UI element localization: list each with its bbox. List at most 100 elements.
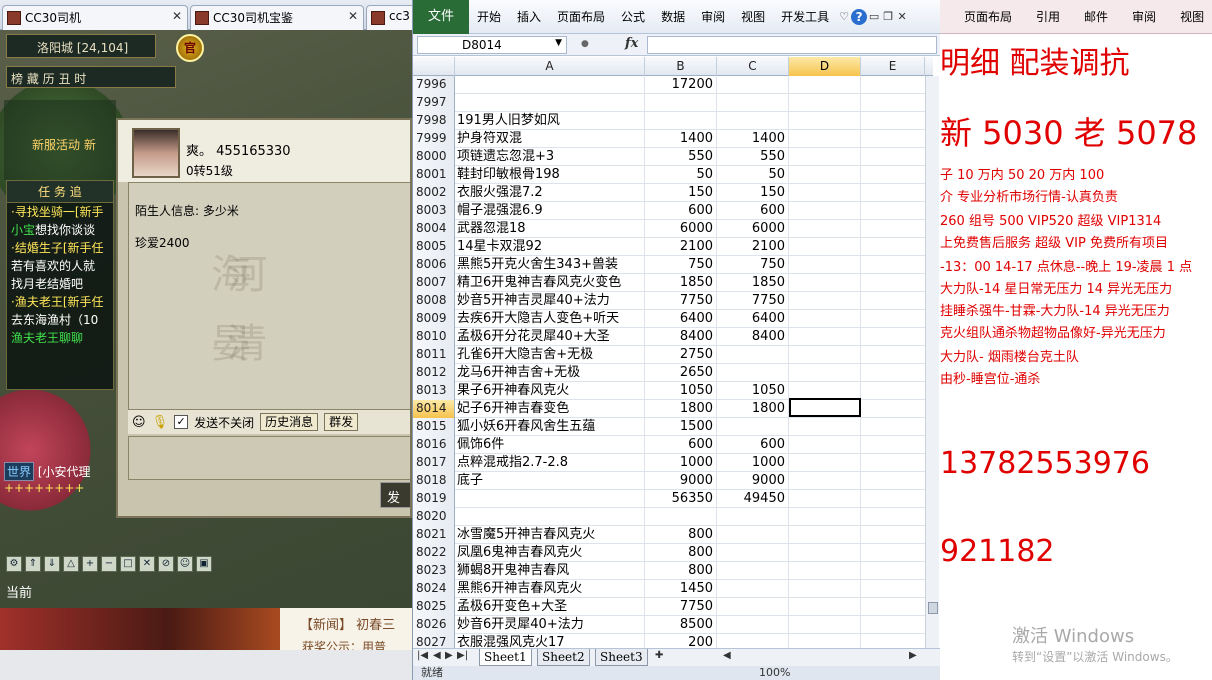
row-header[interactable]: 8016 bbox=[413, 436, 455, 454]
cell-a[interactable]: 191男人旧梦如风 bbox=[455, 112, 645, 130]
cell-b[interactable] bbox=[645, 508, 717, 526]
cell-a[interactable]: 帽子混强混6.9 bbox=[455, 202, 645, 220]
cell-d[interactable] bbox=[789, 454, 861, 472]
cell-b[interactable]: 8400 bbox=[645, 328, 717, 346]
hscroll-left-icon[interactable]: ◀ bbox=[723, 650, 731, 661]
table-row[interactable]: 8017 点粹混戒指2.7-2.8 1000 1000 bbox=[413, 454, 933, 472]
cell-b[interactable]: 600 bbox=[645, 202, 717, 220]
cell-a[interactable]: 孔雀6开大隐吉舍+无极 bbox=[455, 346, 645, 364]
cell-a[interactable]: 妙音5开神吉灵犀40+法力 bbox=[455, 292, 645, 310]
tab-developer[interactable]: 开发工具 bbox=[773, 8, 837, 25]
table-row[interactable]: 8007 精卫6开鬼神吉春风克火变色 1850 1850 bbox=[413, 274, 933, 292]
cell-b[interactable]: 150 bbox=[645, 184, 717, 202]
tab-data[interactable]: 数据 bbox=[653, 8, 693, 25]
browser-tab-2[interactable]: CC30司机宝鉴 ✕ bbox=[190, 5, 364, 30]
cell-e[interactable] bbox=[861, 490, 933, 508]
table-row[interactable]: 8012 龙马6开神吉舍+无极 2650 bbox=[413, 364, 933, 382]
tab-view[interactable]: 视图 bbox=[1168, 8, 1212, 25]
cell-e[interactable] bbox=[861, 238, 933, 256]
cell-d[interactable] bbox=[789, 526, 861, 544]
row-header[interactable]: 8009 bbox=[413, 310, 455, 328]
hscroll-right-icon[interactable]: ▶ bbox=[909, 650, 917, 661]
cell-d[interactable] bbox=[789, 490, 861, 508]
cell-b[interactable]: 56350 bbox=[645, 490, 717, 508]
cell-e[interactable] bbox=[861, 634, 933, 648]
minus-icon[interactable]: − bbox=[101, 556, 117, 572]
cell-b[interactable]: 2100 bbox=[645, 238, 717, 256]
cell-e[interactable] bbox=[861, 400, 933, 418]
cell-b[interactable]: 750 bbox=[645, 256, 717, 274]
cell-c[interactable]: 9000 bbox=[717, 472, 789, 490]
cell-b[interactable]: 600 bbox=[645, 436, 717, 454]
cell-d[interactable] bbox=[789, 346, 861, 364]
cell-d[interactable] bbox=[789, 220, 861, 238]
cell-a[interactable] bbox=[455, 508, 645, 526]
cell-a[interactable]: 孟极6开分花灵犀40+大圣 bbox=[455, 328, 645, 346]
cell-e[interactable] bbox=[861, 94, 933, 112]
cell-e[interactable] bbox=[861, 598, 933, 616]
cell-c[interactable] bbox=[717, 634, 789, 648]
world-channel-tag[interactable]: 世界 bbox=[4, 462, 35, 481]
row-header[interactable]: 8020 bbox=[413, 508, 455, 526]
cell-a[interactable]: 果子6开神春风克火 bbox=[455, 382, 645, 400]
row-header[interactable]: 8022 bbox=[413, 544, 455, 562]
cell-b[interactable]: 1000 bbox=[645, 454, 717, 472]
column-header-c[interactable]: C bbox=[717, 57, 789, 76]
chat-message-area[interactable]: 河 清 海 晏 陌生人信息: 多少米 珍爱2400 bbox=[128, 182, 410, 410]
row-header[interactable]: 8010 bbox=[413, 328, 455, 346]
insert-function-icon[interactable]: fx bbox=[625, 36, 638, 51]
news-title[interactable]: 【新闻】 初春三 bbox=[300, 614, 395, 633]
cell-b[interactable]: 800 bbox=[645, 544, 717, 562]
cell-a[interactable]: 去疾6开大隐吉人变色+听天 bbox=[455, 310, 645, 328]
cell-a[interactable] bbox=[455, 94, 645, 112]
chat-input[interactable] bbox=[128, 436, 410, 480]
row-header[interactable]: 8015 bbox=[413, 418, 455, 436]
map-buttons[interactable]: 榜 藏 历 丑 时 bbox=[6, 66, 176, 88]
row-header[interactable]: 8017 bbox=[413, 454, 455, 472]
row-header[interactable]: 8002 bbox=[413, 184, 455, 202]
cell-e[interactable] bbox=[861, 148, 933, 166]
row-header[interactable]: 7996 bbox=[413, 76, 455, 94]
row-header[interactable]: 8008 bbox=[413, 292, 455, 310]
cell-d[interactable] bbox=[789, 166, 861, 184]
cell-b[interactable]: 1050 bbox=[645, 382, 717, 400]
browser-tab-1[interactable]: CC30司机 ✕ bbox=[2, 5, 188, 30]
cell-c[interactable]: 600 bbox=[717, 436, 789, 454]
cell-d[interactable] bbox=[789, 436, 861, 454]
vertical-scrollbar[interactable] bbox=[925, 76, 939, 648]
cell-e[interactable] bbox=[861, 184, 933, 202]
cell-e[interactable] bbox=[861, 346, 933, 364]
cell-a[interactable]: 鞋封印敏根骨198 bbox=[455, 166, 645, 184]
cell-d[interactable] bbox=[789, 598, 861, 616]
cell-c[interactable]: 1050 bbox=[717, 382, 789, 400]
tab-review[interactable]: 审阅 bbox=[1120, 8, 1168, 25]
row-header[interactable]: 7997 bbox=[413, 94, 455, 112]
cell-e[interactable] bbox=[861, 202, 933, 220]
cell-d[interactable] bbox=[789, 256, 861, 274]
row-header[interactable]: 8018 bbox=[413, 472, 455, 490]
table-row[interactable]: 8002 衣服火强混7.2 150 150 bbox=[413, 184, 933, 202]
row-header[interactable]: 8007 bbox=[413, 274, 455, 292]
microphone-icon[interactable]: 🎙 bbox=[152, 415, 169, 430]
prev-sheet-icon[interactable]: ◀ bbox=[433, 650, 441, 661]
cell-c[interactable]: 2100 bbox=[717, 238, 789, 256]
select-all-corner[interactable] bbox=[413, 57, 455, 76]
row-header[interactable]: 8006 bbox=[413, 256, 455, 274]
table-row[interactable]: 8023 狮蝎8开鬼神吉春风 800 bbox=[413, 562, 933, 580]
cell-c[interactable] bbox=[717, 418, 789, 436]
cell-a[interactable]: 武器忽混18 bbox=[455, 220, 645, 238]
cell-a[interactable] bbox=[455, 76, 645, 94]
row-header[interactable]: 8024 bbox=[413, 580, 455, 598]
row-header[interactable]: 8004 bbox=[413, 220, 455, 238]
tab-page-layout[interactable]: 页面布局 bbox=[549, 8, 613, 25]
chevron-down-icon[interactable]: ▼ bbox=[555, 38, 562, 48]
close-icon[interactable]: ✕ bbox=[139, 556, 155, 572]
cell-d[interactable] bbox=[789, 544, 861, 562]
cell-a[interactable]: 妃子6开神吉春变色 bbox=[455, 400, 645, 418]
row-header[interactable]: 8012 bbox=[413, 364, 455, 382]
cell-b[interactable]: 7750 bbox=[645, 292, 717, 310]
cell-b[interactable]: 50 bbox=[645, 166, 717, 184]
cell-e[interactable] bbox=[861, 256, 933, 274]
cell-e[interactable] bbox=[861, 508, 933, 526]
scroll-up-icon[interactable]: ⇑ bbox=[25, 556, 41, 572]
